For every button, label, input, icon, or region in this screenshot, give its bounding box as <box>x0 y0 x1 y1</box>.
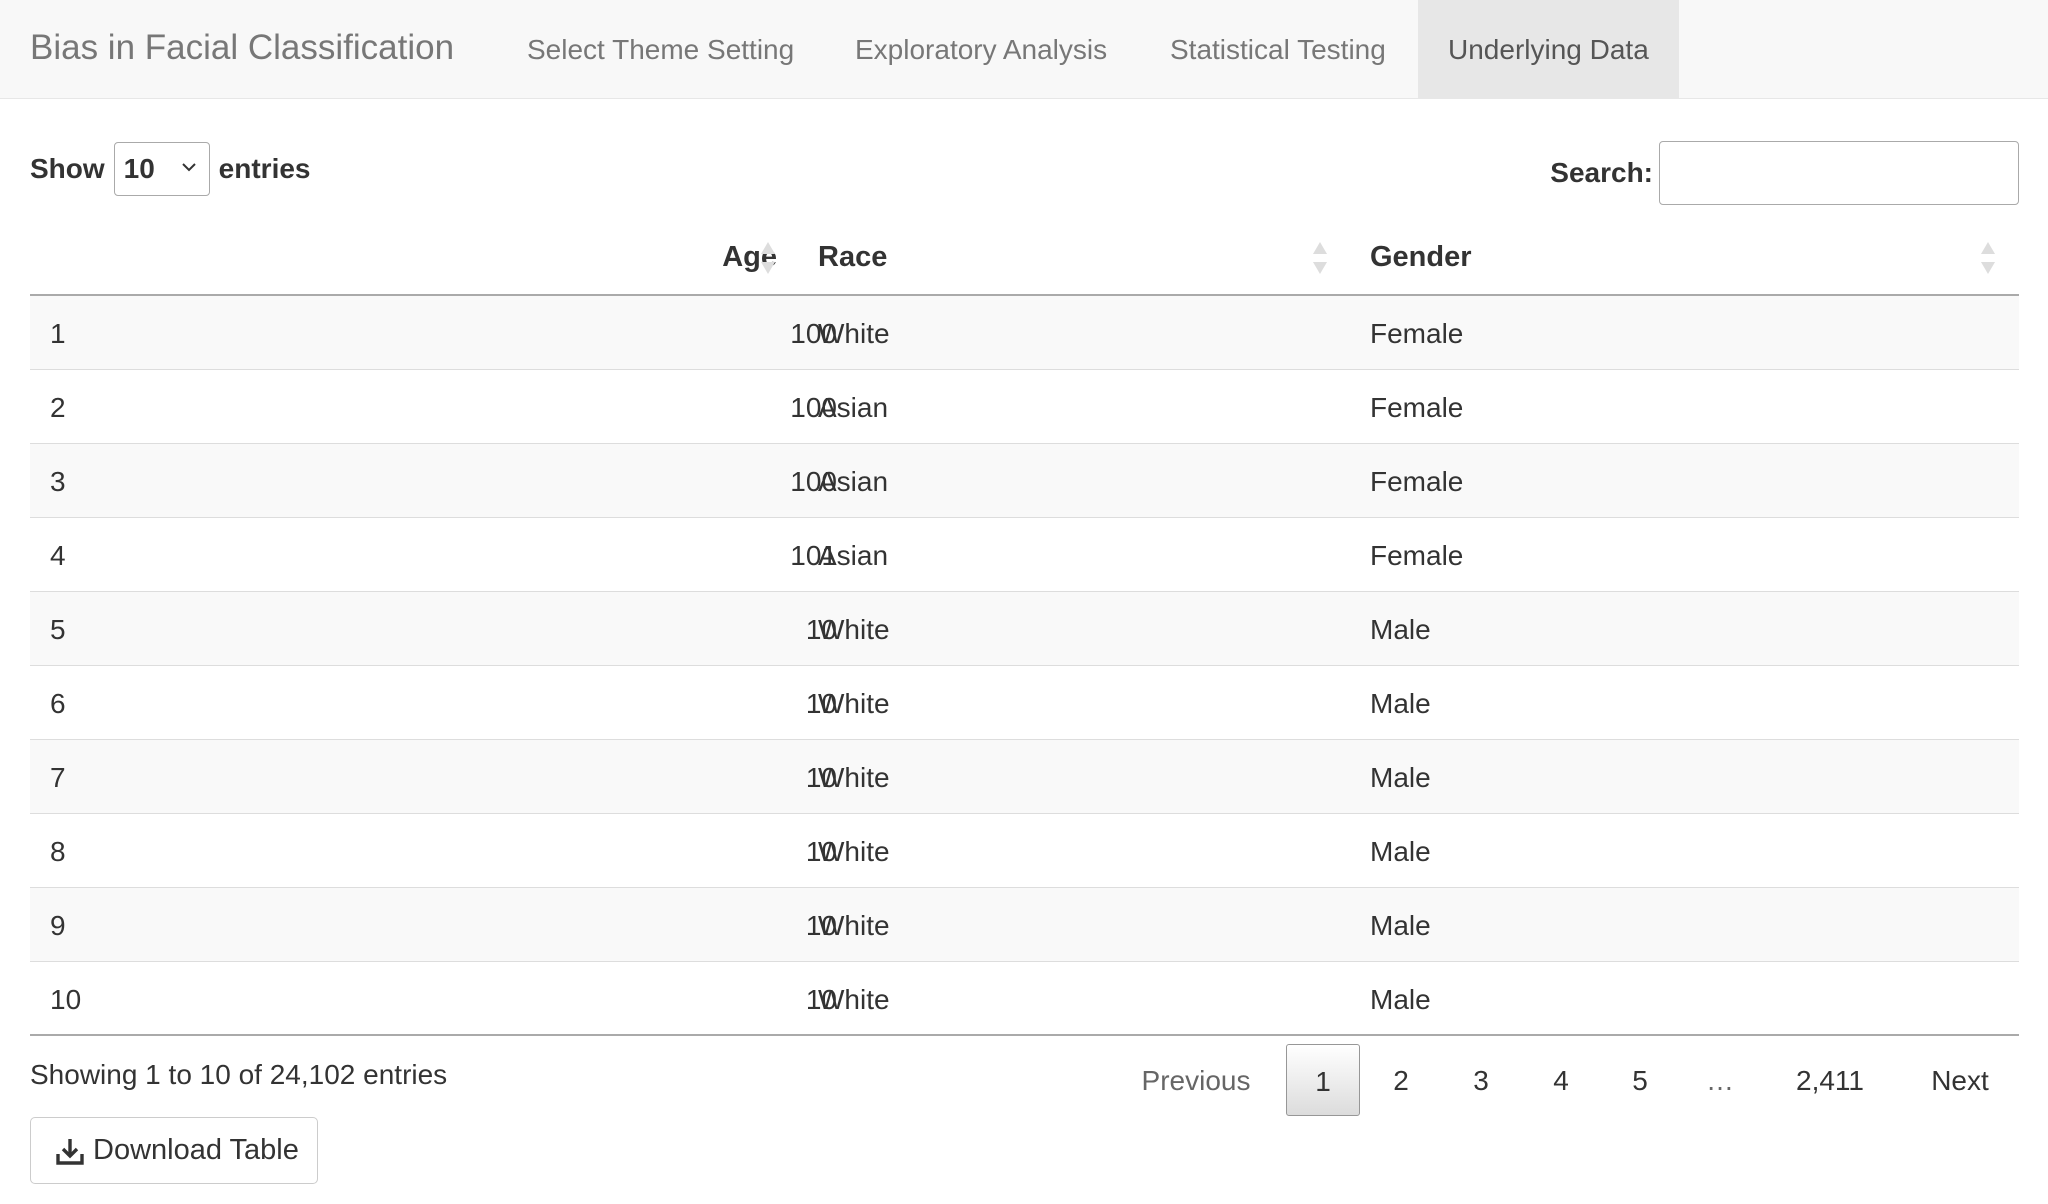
previous-page-button[interactable]: Previous <box>1122 1044 1270 1116</box>
tab-underlying-data[interactable]: Underlying Data <box>1418 0 1679 98</box>
app-title[interactable]: Bias in Facial Classification <box>30 28 454 68</box>
sort-both-icon[interactable] <box>759 240 777 276</box>
page-length-control: Show 10 entries <box>30 142 311 196</box>
table-row[interactable]: 4 101 Asian Female <box>30 518 2019 592</box>
pagination: Previous 1 2 3 4 5 … 2,411 Next <box>0 1044 2048 1116</box>
table-row[interactable]: 2 100 Asian Female <box>30 370 2019 444</box>
column-header-race[interactable]: Race <box>818 222 887 294</box>
gender-cell: Female <box>1370 318 1464 349</box>
row-index: 1 <box>50 318 66 349</box>
race-cell: Asian <box>818 540 889 571</box>
row-index: 8 <box>50 836 66 867</box>
download-table-label: Download Table <box>93 1134 299 1166</box>
download-icon <box>56 1138 84 1165</box>
race-cell: Asian <box>818 466 889 497</box>
table-header: Age Race Gender <box>30 222 2019 296</box>
entries-label: entries <box>218 153 311 184</box>
row-index: 9 <box>50 910 66 941</box>
pagination-ellipsis: … <box>1706 1065 1734 1096</box>
race-cell: White <box>818 910 890 941</box>
table-row[interactable]: 10 10 White Male <box>30 962 2019 1036</box>
download-table-button[interactable]: Download Table <box>30 1117 318 1184</box>
race-cell: White <box>818 836 890 867</box>
gender-cell: Male <box>1370 984 1431 1015</box>
search-label: Search: <box>1550 157 1653 188</box>
race-cell: White <box>818 762 890 793</box>
show-label: Show <box>30 153 105 184</box>
table-row[interactable]: 1 100 White Female <box>30 296 2019 370</box>
tab-select-theme-setting[interactable]: Select Theme Setting <box>497 0 817 98</box>
data-table: Age Race Gender 1 100 White Female 2 100… <box>30 222 2019 1036</box>
table-row[interactable]: 9 10 White Male <box>30 888 2019 962</box>
chevron-down-icon <box>181 163 196 172</box>
gender-cell: Male <box>1370 614 1431 645</box>
row-index: 10 <box>50 984 82 1015</box>
gender-cell: Female <box>1370 540 1464 571</box>
row-index: 3 <box>50 466 66 497</box>
page-button-5[interactable]: 5 <box>1603 1044 1677 1116</box>
race-cell: White <box>818 318 890 349</box>
race-cell: Asian <box>818 392 889 423</box>
page-button-last[interactable]: 2,411 <box>1775 1044 1885 1116</box>
tab-statistical-testing[interactable]: Statistical Testing <box>1140 0 1417 98</box>
race-cell: White <box>818 614 890 645</box>
column-header-index[interactable] <box>30 222 50 294</box>
sort-both-icon[interactable] <box>1979 240 1997 276</box>
row-index: 2 <box>50 392 66 423</box>
table-row[interactable]: 7 10 White Male <box>30 740 2019 814</box>
tab-exploratory-analysis[interactable]: Exploratory Analysis <box>825 0 1127 98</box>
search-input[interactable] <box>1659 141 2019 205</box>
next-page-button[interactable]: Next <box>1910 1044 2010 1116</box>
row-index: 4 <box>50 540 66 571</box>
row-index: 7 <box>50 762 66 793</box>
navbar: Bias in Facial Classification Select The… <box>0 0 2048 99</box>
sort-both-icon[interactable] <box>1311 240 1329 276</box>
table-row[interactable]: 8 10 White Male <box>30 814 2019 888</box>
page-button-4[interactable]: 4 <box>1524 1044 1598 1116</box>
gender-cell: Male <box>1370 762 1431 793</box>
row-index: 5 <box>50 614 66 645</box>
page-button-3[interactable]: 3 <box>1444 1044 1518 1116</box>
table-row[interactable]: 6 10 White Male <box>30 666 2019 740</box>
row-index: 6 <box>50 688 66 719</box>
gender-cell: Female <box>1370 466 1464 497</box>
table-row[interactable]: 5 10 White Male <box>30 592 2019 666</box>
race-cell: White <box>818 984 890 1015</box>
page-length-select[interactable]: 10 <box>113 142 210 196</box>
page-button-1[interactable]: 1 <box>1286 1044 1360 1116</box>
page-button-2[interactable]: 2 <box>1364 1044 1438 1116</box>
column-header-gender[interactable]: Gender <box>1370 222 1472 294</box>
gender-cell: Male <box>1370 910 1431 941</box>
gender-cell: Male <box>1370 688 1431 719</box>
page-length-value: 10 <box>123 153 155 184</box>
race-cell: White <box>818 688 890 719</box>
gender-cell: Female <box>1370 392 1464 423</box>
gender-cell: Male <box>1370 836 1431 867</box>
table-row[interactable]: 3 100 Asian Female <box>30 444 2019 518</box>
search-control: Search: <box>1550 141 2019 205</box>
